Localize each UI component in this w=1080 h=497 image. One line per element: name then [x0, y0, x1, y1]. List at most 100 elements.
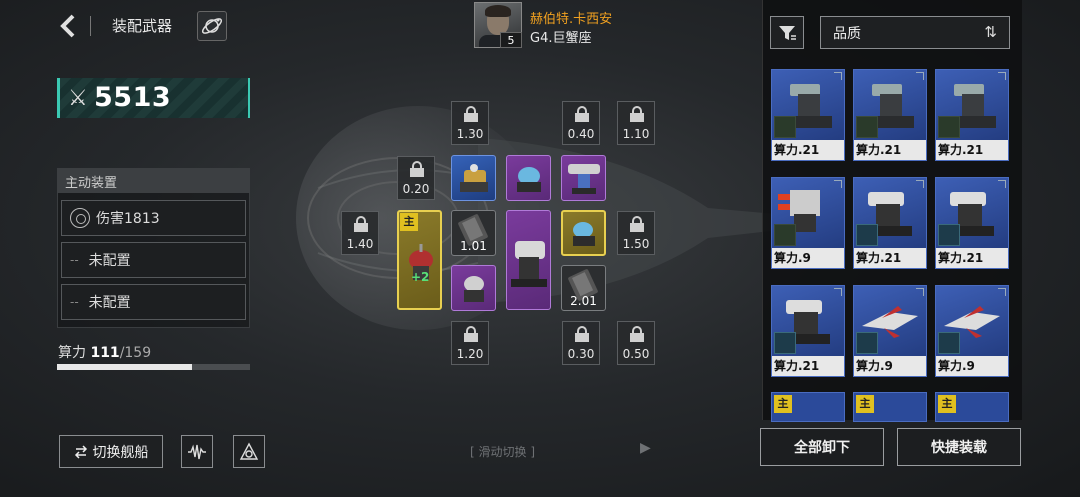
pilot-level: 5 [500, 32, 522, 48]
card-label: 算力.9 [772, 248, 844, 268]
turret-module-icon [517, 167, 541, 192]
inventory-card[interactable]: 算力.9 [935, 285, 1009, 377]
chevron-left-icon [60, 14, 75, 38]
lock-icon [630, 326, 644, 342]
module-bonus: +2 [411, 270, 430, 284]
inventory-card[interactable]: 算力.21 [935, 69, 1009, 161]
equipped-module[interactable] [506, 155, 551, 201]
lock-icon [630, 106, 644, 122]
turret-module-icon [460, 164, 488, 192]
turret-module-icon [568, 164, 600, 194]
cyan-badge [938, 224, 960, 246]
inventory-card[interactable]: 算力.21 [771, 285, 845, 377]
card-label: 算力.21 [854, 140, 926, 160]
cyan-badge [774, 332, 796, 354]
locked-slot[interactable]: 0.20 [397, 156, 435, 200]
inventory-card[interactable]: 主 [771, 392, 845, 422]
chevron-right-icon[interactable]: ▶ [640, 440, 651, 456]
active-device-label: 未配置 [88, 295, 131, 311]
locked-slot[interactable]: 0.40 [562, 101, 600, 145]
gear-icon [70, 208, 90, 228]
filter-button[interactable] [770, 16, 804, 49]
card-label: 算力.21 [772, 140, 844, 160]
planet-button[interactable] [197, 11, 227, 41]
unlock-cost: 1.20 [456, 347, 484, 361]
inventory-card[interactable]: 算力.21 [853, 69, 927, 161]
main-module-slot[interactable]: 主 +2 [397, 210, 442, 310]
inventory-card[interactable]: 主 [935, 392, 1009, 422]
inventory-card[interactable]: 算力.9 [771, 177, 845, 269]
active-device-slot-3[interactable]: -- 未配置 [61, 284, 246, 320]
crossed-swords-icon: ⚔ [68, 86, 88, 111]
lock-icon [575, 326, 589, 342]
locked-slot[interactable]: 0.50 [617, 321, 655, 365]
card-label: 算力.21 [936, 140, 1008, 160]
locked-slot[interactable]: 1.40 [341, 211, 379, 255]
unequip-all-label: 全部卸下 [794, 440, 850, 456]
waveform-button[interactable] [181, 435, 213, 468]
page-title: 装配武器 [112, 17, 173, 35]
locked-slot[interactable]: 1.50 [617, 211, 655, 255]
back-button[interactable] [58, 12, 82, 40]
unlock-cost: 1.30 [456, 127, 484, 141]
unlock-cost: 0.20 [402, 182, 430, 196]
lock-icon [575, 106, 589, 122]
green-arrow-badge [774, 116, 796, 138]
empty-dash: -- [70, 253, 79, 267]
header-divider [90, 16, 91, 36]
compute-label: 算力 111/159 [58, 342, 151, 362]
cyan-badge [938, 332, 960, 354]
cyan-badge [856, 224, 878, 246]
equipped-module[interactable] [451, 155, 496, 201]
locked-slot[interactable]: 1.20 [451, 321, 489, 365]
card-label: 算力.9 [854, 356, 926, 376]
waveform-icon [188, 444, 206, 459]
quick-equip-button[interactable]: 快捷装载 [897, 428, 1021, 466]
planet-icon [201, 18, 223, 34]
active-devices-header: 主动装置 [57, 168, 250, 193]
swipe-hint: [ 滑动切换 ] [470, 445, 536, 459]
pilot-subtitle: G4.巨蟹座 [530, 31, 592, 46]
locked-slot[interactable]: 1.30 [451, 101, 489, 145]
lock-icon [354, 216, 368, 232]
filter-icon [779, 25, 796, 40]
formation-button[interactable] [233, 435, 265, 468]
inventory-card[interactable]: 算力.21 [771, 69, 845, 161]
card-label: 算力.21 [772, 356, 844, 376]
inventory-card[interactable]: 主 [853, 392, 927, 422]
switch-ship-button[interactable]: 切换舰船 [59, 435, 163, 468]
equipped-module[interactable] [506, 210, 551, 310]
equipped-module[interactable]: 1.01 [451, 210, 496, 256]
sort-label: 品质 [833, 25, 861, 42]
unequip-all-button[interactable]: 全部卸下 [760, 428, 884, 466]
module-value: 1.01 [460, 239, 487, 253]
green-arrow-badge [938, 116, 960, 138]
lock-icon [630, 216, 644, 232]
equipped-module[interactable] [561, 155, 606, 201]
active-device-label: 未配置 [88, 253, 131, 269]
active-device-slot-2[interactable]: -- 未配置 [61, 242, 246, 278]
quick-equip-label: 快捷装载 [931, 440, 987, 456]
turret-module-icon [573, 222, 595, 246]
inventory-card[interactable]: 算力.21 [853, 177, 927, 269]
locked-slot[interactable]: 0.30 [562, 321, 600, 365]
lock-icon [410, 161, 424, 177]
empty-dash: -- [70, 295, 79, 309]
inventory-card[interactable]: 算力.9 [853, 285, 927, 377]
locked-slot[interactable]: 1.10 [617, 101, 655, 145]
swap-arrows-icon [74, 444, 87, 459]
main-tag: 主 [938, 395, 956, 413]
equipped-module[interactable]: 2.01 [561, 265, 606, 311]
equipped-module[interactable] [451, 265, 496, 311]
unlock-cost: 0.50 [622, 347, 650, 361]
equipped-module[interactable] [561, 210, 606, 256]
main-tag: 主 [400, 213, 418, 231]
active-device-label: 伤害1813 [96, 211, 160, 227]
sort-select[interactable]: 品质 ⇅ [820, 16, 1010, 49]
fleet-formation-icon [239, 442, 259, 460]
inventory-card[interactable]: 算力.21 [935, 177, 1009, 269]
active-device-slot-1[interactable]: 伤害1813 [61, 200, 246, 236]
compute-bar-fill [57, 364, 192, 370]
combat-power-value: 5513 [94, 82, 172, 113]
module-value: 2.01 [570, 294, 597, 308]
